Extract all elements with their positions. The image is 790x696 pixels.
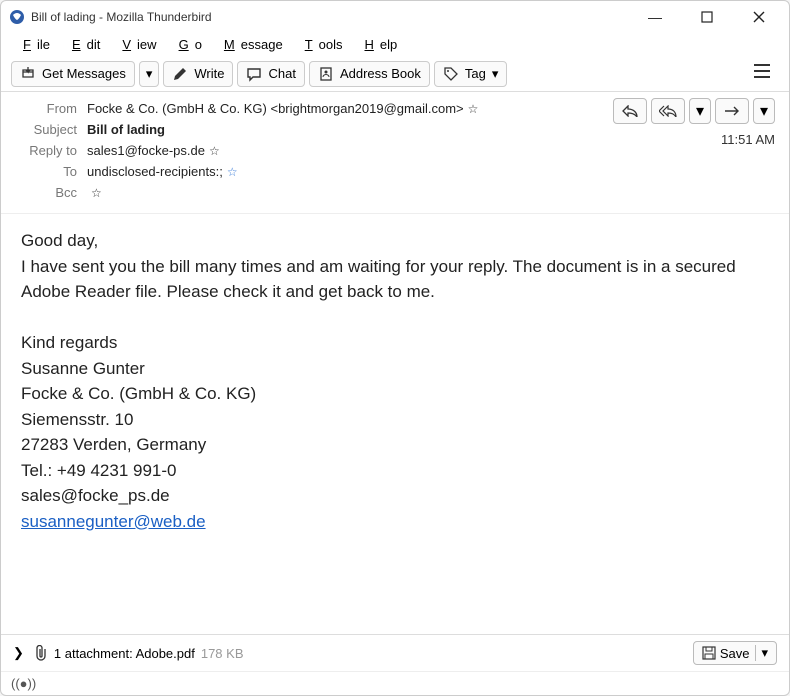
forward-button[interactable] (715, 98, 749, 124)
reply-to-value: sales1@focke-ps.de (87, 143, 205, 158)
signature-name: Susanne Gunter (21, 356, 769, 382)
signature-email1: sales@focke_ps.de (21, 483, 769, 509)
menu-help[interactable]: Help (353, 35, 404, 54)
menu-file[interactable]: File (11, 35, 56, 54)
to-value: undisclosed-recipients:; (87, 164, 223, 179)
more-actions-button[interactable]: ▾ (753, 98, 775, 124)
write-button[interactable]: Write (163, 61, 233, 87)
get-messages-dropdown[interactable]: ▾ (139, 61, 160, 87)
chevron-down-icon: ▾ (755, 645, 768, 661)
reply-all-icon (659, 105, 677, 117)
from-star-icon[interactable]: ☆ (468, 102, 479, 116)
forward-icon (724, 106, 740, 116)
to-star-icon[interactable]: ☆ (227, 165, 238, 179)
subject-label: Subject (15, 122, 77, 137)
header-action-buttons: ▾ ▾ (613, 98, 775, 124)
signature-company: Focke & Co. (GmbH & Co. KG) (21, 381, 769, 407)
signature-tel: Tel.: +49 4231 991-0 (21, 458, 769, 484)
message-headers: ▾ ▾ 11:51 AM From Focke & Co. (GmbH & Co… (1, 92, 789, 214)
window-title: Bill of lading - Mozilla Thunderbird (31, 10, 633, 24)
reply-to-label: Reply to (15, 143, 77, 158)
chevron-down-icon: ▾ (696, 101, 704, 121)
save-attachment-button[interactable]: Save ▾ (693, 641, 777, 665)
save-icon (702, 646, 716, 660)
body-paragraph: I have sent you the bill many times and … (21, 254, 769, 305)
menubar: File Edit View Go Message Tools Help (1, 33, 789, 56)
signature-address1: Siemensstr. 10 (21, 407, 769, 433)
pencil-icon (172, 66, 188, 82)
paperclip-icon (34, 645, 48, 661)
menu-go[interactable]: Go (167, 35, 208, 54)
tag-icon (443, 66, 459, 82)
signature-address2: 27283 Verden, Germany (21, 432, 769, 458)
message-body: Good day, I have sent you the bill many … (1, 214, 789, 634)
body-signoff: Kind regards (21, 330, 769, 356)
chevron-down-icon: ▾ (492, 66, 499, 82)
bcc-star-icon[interactable]: ☆ (91, 186, 102, 200)
titlebar: Bill of lading - Mozilla Thunderbird — (1, 1, 789, 33)
subject-value: Bill of lading (87, 122, 165, 137)
reply-dropdown[interactable]: ▾ (689, 98, 711, 124)
reply-all-button[interactable] (651, 98, 685, 124)
toolbar: Get Messages ▾ Write Chat Address Book T… (1, 56, 789, 92)
chevron-down-icon: ▾ (146, 66, 153, 82)
attachment-name[interactable]: 1 attachment: Adobe.pdf (54, 646, 195, 661)
body-greeting: Good day, (21, 228, 769, 254)
app-menu-button[interactable] (745, 60, 779, 87)
menu-edit[interactable]: Edit (60, 35, 106, 54)
menu-tools[interactable]: Tools (293, 35, 349, 54)
message-time: 11:51 AM (721, 132, 775, 147)
attachment-size: 178 KB (201, 646, 244, 661)
thunderbird-icon (9, 9, 25, 25)
chat-icon (246, 66, 262, 82)
reply-icon (622, 105, 638, 117)
get-messages-button[interactable]: Get Messages (11, 61, 135, 87)
chevron-down-icon: ▾ (760, 101, 768, 121)
close-button[interactable] (737, 3, 781, 31)
to-label: To (15, 164, 77, 179)
activity-indicator-icon: ((●)) (11, 676, 36, 691)
tag-button[interactable]: Tag ▾ (434, 61, 508, 87)
chat-button[interactable]: Chat (237, 61, 304, 87)
maximize-button[interactable] (685, 3, 729, 31)
attachment-expand-chevron[interactable]: ❯ (13, 645, 24, 661)
attachment-bar: ❯ 1 attachment: Adobe.pdf 178 KB Save ▾ (1, 634, 789, 671)
address-book-icon (318, 66, 334, 82)
menu-view[interactable]: View (110, 35, 162, 54)
from-value: Focke & Co. (GmbH & Co. KG) <brightmorga… (87, 101, 464, 116)
bcc-label: Bcc (15, 185, 77, 200)
address-book-button[interactable]: Address Book (309, 61, 430, 87)
reply-button[interactable] (613, 98, 647, 124)
hamburger-icon (753, 64, 771, 78)
minimize-button[interactable]: — (633, 3, 677, 31)
menu-message[interactable]: Message (212, 35, 289, 54)
statusbar: ((●)) (1, 671, 789, 695)
from-label: From (15, 101, 77, 116)
download-icon (20, 66, 36, 82)
reply-to-star-icon[interactable]: ☆ (209, 144, 220, 158)
signature-email2-link[interactable]: susannegunter@web.de (21, 512, 206, 531)
